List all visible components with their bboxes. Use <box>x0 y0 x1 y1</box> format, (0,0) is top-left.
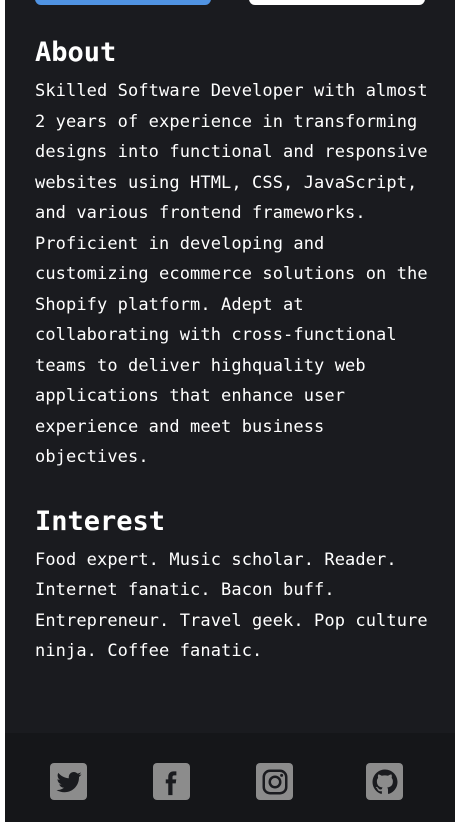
card-content: About Skilled Software Developer with al… <box>35 36 435 667</box>
social-footer <box>5 733 455 822</box>
interest-heading: Interest <box>35 505 166 537</box>
twitter-link[interactable] <box>50 763 87 800</box>
email-button[interactable] <box>35 0 211 5</box>
profile-card: About Skilled Software Developer with al… <box>5 0 455 822</box>
linkedin-button[interactable] <box>249 0 425 5</box>
facebook-link[interactable] <box>153 763 190 800</box>
twitter-icon <box>56 771 81 792</box>
github-icon <box>372 769 397 794</box>
facebook-icon <box>165 770 176 795</box>
interest-text: Food expert. Music scholar. Reader. Inte… <box>35 549 428 662</box>
github-link[interactable] <box>366 763 403 800</box>
instagram-icon <box>262 769 287 794</box>
about-heading: About <box>35 37 117 68</box>
about-text: Skilled Software Developer with almost 2… <box>35 81 428 467</box>
instagram-link[interactable] <box>256 763 293 800</box>
